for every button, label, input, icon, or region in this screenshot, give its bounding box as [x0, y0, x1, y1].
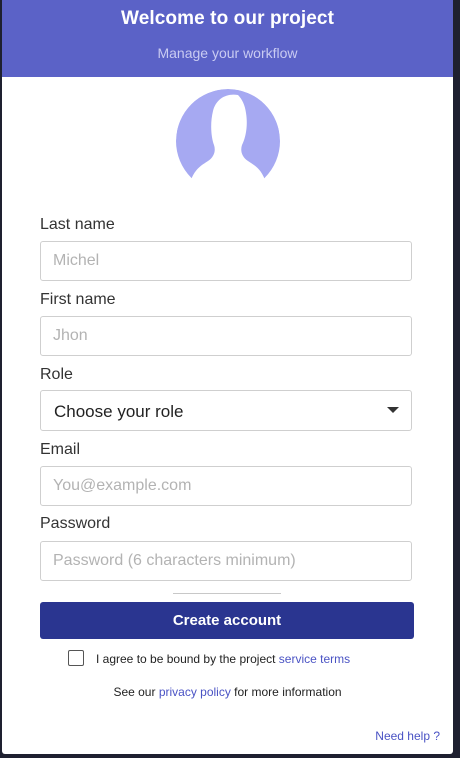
role-select[interactable]: Choose your role [40, 390, 412, 431]
privacy-policy-link[interactable]: privacy policy [159, 685, 231, 699]
email-label: Email [40, 441, 81, 458]
terms-checkbox[interactable] [68, 650, 84, 666]
page-subtitle: Manage your workflow [157, 45, 298, 61]
terms-text: I agree to be bound by the project servi… [96, 652, 350, 666]
email-input[interactable] [40, 466, 412, 506]
signup-card: Welcome to our project Manage your workf… [2, 0, 453, 754]
last-name-input[interactable] [40, 241, 412, 281]
service-terms-link[interactable]: service terms [279, 652, 350, 666]
privacy-suffix: for more information [230, 685, 342, 699]
chevron-down-icon [387, 407, 399, 413]
user-silhouette-icon [176, 89, 280, 183]
privacy-prefix: See our [113, 685, 159, 699]
need-help-link[interactable]: Need help ? [375, 729, 440, 743]
first-name-input[interactable] [40, 316, 412, 356]
first-name-label: First name [40, 291, 116, 308]
password-label: Password [40, 515, 111, 532]
password-input[interactable] [40, 541, 412, 581]
page-title: Welcome to our project [121, 8, 334, 29]
header-banner: Welcome to our project Manage your workf… [2, 0, 453, 77]
terms-label: I agree to be bound by the project [96, 652, 279, 666]
last-name-label: Last name [40, 216, 115, 233]
divider [173, 593, 281, 594]
create-account-button[interactable]: Create account [40, 602, 414, 639]
role-select-value: Choose your role [54, 402, 184, 421]
privacy-note: See our privacy policy for more informat… [2, 685, 453, 699]
role-label: Role [40, 366, 73, 383]
